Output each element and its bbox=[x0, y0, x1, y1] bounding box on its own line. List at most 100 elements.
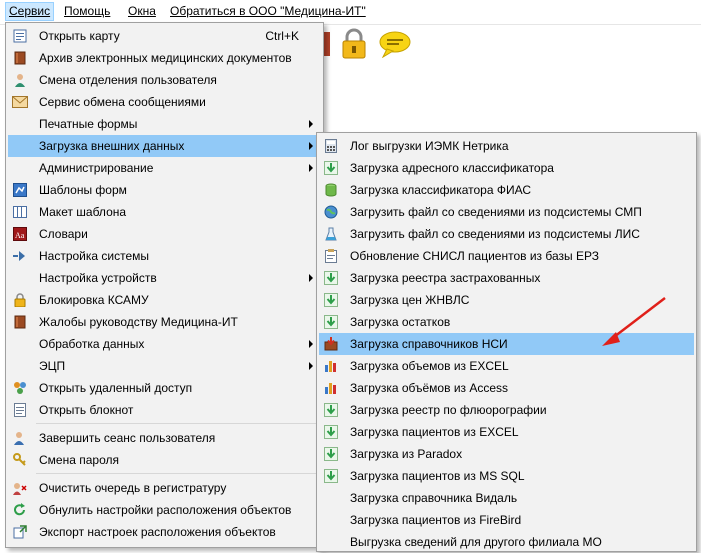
submenu-item-vidal[interactable]: Загрузка справочника Видаль bbox=[319, 487, 694, 509]
download-arrow-icon bbox=[323, 314, 339, 330]
download-arrow-icon bbox=[323, 424, 339, 440]
download-arrow-icon bbox=[323, 402, 339, 418]
submenu-item-smp-file[interactable]: Загрузить файл со сведениями из подсисте… bbox=[319, 201, 694, 223]
menu-item-export-layout[interactable]: Экспорт настроек расположения объектов bbox=[8, 521, 321, 543]
menu-item-device-settings[interactable]: Настройка устройств bbox=[8, 267, 321, 289]
menu-item-label: Загрузка реестра застрахованных bbox=[350, 271, 541, 285]
menu-item-label: Обновление СНИСЛ пациентов из базы ЕРЗ bbox=[350, 249, 599, 263]
menu-contact[interactable]: Обратиться в ООО "Медицина-ИТ" bbox=[167, 3, 369, 20]
menu-item-ecp[interactable]: ЭЦП bbox=[8, 355, 321, 377]
menu-item-label: Загрузка из Paradox bbox=[350, 447, 463, 461]
form-template-icon bbox=[12, 182, 28, 198]
menu-item-remote-access[interactable]: Открыть удаленный доступ bbox=[8, 377, 321, 399]
menu-item-label: Открыть карту bbox=[39, 29, 120, 43]
menu-item-label: Загрузка остатков bbox=[350, 315, 451, 329]
clear-queue-icon bbox=[12, 480, 28, 496]
volume-chart-icon bbox=[323, 358, 339, 374]
menu-item-end-session[interactable]: Завершить сеанс пользователя bbox=[8, 427, 321, 449]
menu-item-label: Обнулить настройки расположения объектов bbox=[39, 503, 292, 517]
notepad-icon bbox=[12, 402, 28, 418]
menu-item-emd-archive[interactable]: Архив электронных медицинских документов bbox=[8, 47, 321, 69]
message-icon[interactable] bbox=[378, 30, 412, 58]
menu-item-label: Загрузка справочников НСИ bbox=[350, 337, 508, 351]
submenu-item-patients-excel[interactable]: Загрузка пациентов из EXCEL bbox=[319, 421, 694, 443]
submenu-item-address-classifier[interactable]: Загрузка адресного классификатора bbox=[319, 157, 694, 179]
menu-item-label: Настройка системы bbox=[39, 249, 150, 263]
submenu-arrow-icon bbox=[309, 340, 313, 348]
envelope-icon bbox=[12, 94, 28, 110]
menu-item-label: Смена отделения пользователя bbox=[39, 73, 217, 87]
book-icon bbox=[12, 50, 28, 66]
menu-help[interactable]: Помощь bbox=[61, 3, 113, 20]
user-icon bbox=[12, 72, 28, 88]
submenu-item-branch-export[interactable]: Выгрузка сведений для другого филиала МО bbox=[319, 531, 694, 553]
menu-service[interactable]: Сервис bbox=[5, 2, 55, 21]
menu-item-print-forms[interactable]: Печатные формы bbox=[8, 113, 321, 135]
submenu-item-ms-sql[interactable]: Загрузка пациентов из MS SQL bbox=[319, 465, 694, 487]
volume-chart-icon bbox=[323, 380, 339, 396]
remote-access-icon bbox=[12, 380, 28, 396]
menu-item-label: Загрузка адресного классификатора bbox=[350, 161, 554, 175]
menu-item-label: Лог выгрузки ИЭМК Нетрика bbox=[350, 139, 509, 153]
menu-item-change-department[interactable]: Смена отделения пользователя bbox=[8, 69, 321, 91]
download-arrow-icon bbox=[323, 270, 339, 286]
svg-text:Aa: Aa bbox=[15, 231, 25, 240]
menu-item-open-card[interactable]: Открыть карту Ctrl+K bbox=[8, 25, 321, 47]
menu-item-label: Очистить очередь в регистратуру bbox=[39, 481, 227, 495]
menu-item-label: Открыть блокнот bbox=[39, 403, 134, 417]
menu-item-label: Шаблоны форм bbox=[39, 183, 127, 197]
menu-item-label: Загрузка пациентов из FireBird bbox=[350, 513, 522, 527]
menu-item-reset-layout[interactable]: Обнулить настройки расположения объектов bbox=[8, 499, 321, 521]
end-session-icon bbox=[12, 430, 28, 446]
submenu-arrow-icon bbox=[309, 274, 313, 282]
menu-separator bbox=[36, 473, 321, 474]
menu-item-clear-queue[interactable]: Очистить очередь в регистратуру bbox=[8, 477, 321, 499]
submenu-item-lis-file[interactable]: Загрузить файл со сведениями из подсисте… bbox=[319, 223, 694, 245]
menu-item-label: Выгрузка сведений для другого филиала МО bbox=[350, 535, 602, 549]
menu-item-open-notepad[interactable]: Открыть блокнот bbox=[8, 399, 321, 421]
download-arrow-icon bbox=[323, 292, 339, 308]
menu-item-change-password[interactable]: Смена пароля bbox=[8, 449, 321, 471]
menu-item-complaints[interactable]: Жалобы руководству Медицина-ИТ bbox=[8, 311, 321, 333]
menu-item-administration[interactable]: Администрирование bbox=[8, 157, 321, 179]
menu-item-label: Загрузка объёмов из Access bbox=[350, 381, 509, 395]
menu-item-data-processing[interactable]: Обработка данных bbox=[8, 333, 321, 355]
menu-item-system-settings[interactable]: Настройка системы bbox=[8, 245, 321, 267]
menu-item-label: Загрузить файл со сведениями из подсисте… bbox=[350, 205, 642, 219]
nsi-load-icon bbox=[323, 336, 339, 352]
menu-item-label: Загрузка цен ЖНВЛС bbox=[350, 293, 470, 307]
lock-icon[interactable] bbox=[340, 28, 368, 60]
submenu-item-paradox[interactable]: Загрузка из Paradox bbox=[319, 443, 694, 465]
settings-arrow-icon bbox=[12, 248, 28, 264]
menu-item-label: Администрирование bbox=[39, 161, 154, 175]
key-icon bbox=[12, 452, 28, 468]
menu-item-label: Настройка устройств bbox=[39, 271, 157, 285]
menu-windows[interactable]: Окна bbox=[125, 3, 159, 20]
submenu-item-iemk-log[interactable]: Лог выгрузки ИЭМК Нетрика bbox=[319, 135, 694, 157]
submenu-item-firebird[interactable]: Загрузка пациентов из FireBird bbox=[319, 509, 694, 531]
calculator-icon bbox=[323, 138, 339, 154]
shortcut-label: Ctrl+K bbox=[265, 29, 299, 43]
submenu-item-volumes-access[interactable]: Загрузка объёмов из Access bbox=[319, 377, 694, 399]
menu-item-label: Загрузить файл со сведениями из подсисте… bbox=[350, 227, 640, 241]
menu-item-messaging-service[interactable]: Сервис обмена сообщениями bbox=[8, 91, 321, 113]
menu-item-dictionaries[interactable]: Aa Словари bbox=[8, 223, 321, 245]
submenu-item-insured-registry[interactable]: Загрузка реестра застрахованных bbox=[319, 267, 694, 289]
menu-item-lock-ksamu[interactable]: Блокировка КСАМУ bbox=[8, 289, 321, 311]
menu-item-label: Загрузка классификатора ФИАС bbox=[350, 183, 531, 197]
submenu-item-fias[interactable]: Загрузка классификатора ФИАС bbox=[319, 179, 694, 201]
clipboard-icon bbox=[323, 248, 339, 264]
flask-icon bbox=[323, 226, 339, 242]
toolbar-partial-icon[interactable] bbox=[324, 30, 332, 58]
globe-icon bbox=[323, 204, 339, 220]
database-icon bbox=[323, 182, 339, 198]
menu-item-label: Загрузка реестр по флюорографии bbox=[350, 403, 547, 417]
submenu-item-fluorography[interactable]: Загрузка реестр по флюорографии bbox=[319, 399, 694, 421]
menu-item-template-layout[interactable]: Макет шаблона bbox=[8, 201, 321, 223]
menu-item-form-templates[interactable]: Шаблоны форм bbox=[8, 179, 321, 201]
submenu-item-snils-update[interactable]: Обновление СНИСЛ пациентов из базы ЕРЗ bbox=[319, 245, 694, 267]
menu-item-label: Макет шаблона bbox=[39, 205, 127, 219]
submenu-item-volumes-excel[interactable]: Загрузка объемов из EXCEL bbox=[319, 355, 694, 377]
menu-item-load-external-data[interactable]: Загрузка внешних данных bbox=[8, 135, 321, 157]
menu-item-label: ЭЦП bbox=[39, 359, 66, 373]
